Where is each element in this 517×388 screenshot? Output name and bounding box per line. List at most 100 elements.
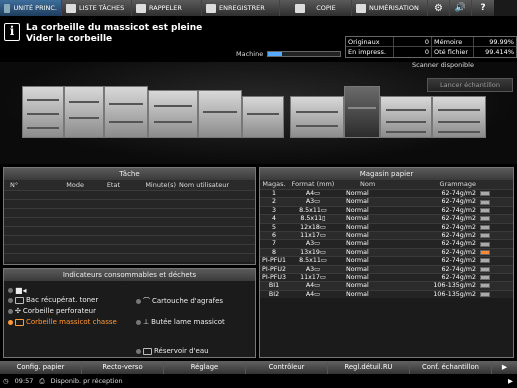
tray-weight: 62-74g/m2 <box>441 223 476 231</box>
tray-id: PI-PFU2 <box>262 265 286 273</box>
consumables-panel-title: Indicateurs consommables et déchets <box>4 269 255 281</box>
tab-scan[interactable]: NUMÉRISATION <box>352 0 428 16</box>
tray-paper-name: Normal <box>346 206 369 214</box>
tray-format: A4▭ <box>305 290 321 298</box>
col-tray: Magas. <box>262 180 286 188</box>
paper-tray-row[interactable]: 5 12x18▭ Normal 62-74g/m2 <box>260 222 513 231</box>
tray-paper-name: Normal <box>346 248 369 256</box>
paper-level-icon <box>478 257 492 264</box>
job-panel-title: Tâche <box>4 168 255 180</box>
paper-tray-panel-title: Magasin papier <box>260 168 513 180</box>
tab-save[interactable]: ENREGISTRER <box>202 0 280 16</box>
job-list[interactable] <box>4 190 255 262</box>
tray-id: 8 <box>271 248 276 256</box>
paper-setting-button[interactable]: Config. papier <box>0 361 82 374</box>
job-row[interactable] <box>4 226 255 235</box>
help-button[interactable]: ? <box>472 0 494 16</box>
tray-paper-name: Normal <box>346 282 369 290</box>
tab-recall[interactable]: RAPPELER <box>132 0 202 16</box>
tray-id: BI1 <box>268 282 280 290</box>
tab-label: UNITÉ PRINC. <box>13 4 57 12</box>
tray-paper-name: Normal <box>346 198 369 206</box>
status-dot <box>8 288 13 293</box>
tray-paper-name: Normal <box>346 257 369 265</box>
tray-format: A4▭ <box>305 190 321 197</box>
recall-icon <box>136 3 146 13</box>
paper-tray-row[interactable]: BI1 A4▭ Normal 106-135g/m2 <box>260 281 513 290</box>
tab-main-unit[interactable]: UNITÉ PRINC. <box>0 0 62 16</box>
adjustment-button[interactable]: Réglage <box>164 361 246 374</box>
tab-copy[interactable]: COPIE <box>280 0 352 16</box>
controller-button[interactable]: Contrôleur <box>246 361 328 374</box>
job-table-header: N° Mode Etat Minute(s) Nom utilisateur <box>4 180 255 190</box>
tray-id: BI2 <box>268 290 280 298</box>
sample-config-button[interactable]: Conf. échantillon <box>410 361 492 374</box>
status-dot <box>136 298 141 304</box>
tray-id: PI-PFU1 <box>262 257 286 265</box>
paper-level-bar <box>480 216 490 222</box>
paper-tray-row[interactable]: 7 A3▭ Normal 62-74g/m2 <box>260 239 513 248</box>
main-unit-scanner <box>344 86 380 138</box>
duplex-button[interactable]: Recto-verso <box>82 361 164 374</box>
tray-format: 8.5x11▯ <box>300 215 326 223</box>
counter-table: Originaux 0 Mémoire 99.99% En impress. 0… <box>345 36 517 58</box>
tray-paper-name: Normal <box>346 190 369 197</box>
job-row[interactable] <box>4 235 255 244</box>
paper-tray-row[interactable]: PI-PFU3 11x17▭ Normal 62-74g/m2 <box>260 272 513 282</box>
save-icon <box>206 3 216 13</box>
paper-tray-row[interactable]: 2 A3▭ Normal 62-74g/m2 <box>260 197 513 206</box>
paper-feed-unit <box>380 96 432 138</box>
trimmer-bin-icon <box>15 318 24 326</box>
removed-file-label: Oté fichier <box>432 47 474 57</box>
job-row[interactable] <box>4 244 255 253</box>
next-page-button[interactable]: ▶ <box>492 361 517 374</box>
job-row[interactable] <box>4 217 255 226</box>
paper-tray-row[interactable]: 1 A4▭ Normal 62-74g/m2 <box>260 189 513 198</box>
finisher-unit <box>64 86 104 138</box>
stapler-icon: ⌒ <box>143 297 150 305</box>
paper-tray-row[interactable]: PI-PFU2 A3▭ Normal 62-74g/m2 <box>260 264 513 273</box>
paper-level-icon <box>478 282 492 289</box>
tray-weight: 62-74g/m2 <box>441 257 476 265</box>
paper-tray-row[interactable]: BI2 A4▭ Normal 106-135g/m2 <box>260 289 513 299</box>
consumable-label: Corbeille perforateur <box>22 307 96 315</box>
launch-sample-button[interactable]: Lancer échantillon <box>427 78 513 92</box>
col-number: N° <box>10 181 19 189</box>
volume-button[interactable]: 🔊 <box>450 0 472 16</box>
consumable-label: Réservoir d'eau <box>154 347 209 355</box>
paper-tray-row[interactable]: 6 11x17▭ Normal 62-74g/m2 <box>260 230 513 240</box>
memory-label: Mémoire <box>432 37 474 46</box>
job-row[interactable] <box>4 190 255 199</box>
finisher-unit <box>104 86 148 138</box>
printer-icon: ⎙ <box>39 377 45 385</box>
tray-weight: 106-135g/m2 <box>433 282 476 290</box>
job-row[interactable] <box>4 199 255 208</box>
job-row[interactable] <box>4 208 255 217</box>
memory-value: 99.99% <box>489 38 514 46</box>
water-tank-icon <box>143 347 152 355</box>
tray-format: A4▭ <box>305 282 321 290</box>
tray-format: 11x17▭ <box>300 231 326 239</box>
paper-tray-row[interactable]: 4 8.5x11▯ Normal 62-74g/m2 <box>260 214 513 223</box>
finisher-unit <box>148 90 198 138</box>
bottom-button-bar: Config. papier Recto-verso Réglage Contr… <box>0 361 517 374</box>
machine-progress-fill <box>268 52 283 56</box>
ru-detail-button[interactable]: Regl.détuil.RU <box>328 361 410 374</box>
tab-job-list[interactable]: LISTE TÂCHES <box>62 0 132 16</box>
paper-level-icon <box>478 224 492 231</box>
consumable-trimmer-blade: ⊥ Butée lame massicot <box>136 318 225 326</box>
paper-tray-row[interactable]: 3 8.5x11▭ Normal 62-74g/m2 <box>260 205 513 215</box>
settings-button[interactable]: ⚙ <box>428 0 450 16</box>
paper-tray-row[interactable]: PI-PFU1 8.5x11▭ Normal 62-74g/m2 <box>260 256 513 265</box>
col-state: Etat <box>106 181 120 189</box>
consumable-label: Cartouche d'agrafes <box>152 297 224 305</box>
paper-level-bar <box>480 275 490 281</box>
paper-level-icon <box>478 215 492 222</box>
paper-tray-row[interactable]: 8 13x19▭ Normal 62-74g/m2 <box>260 247 513 257</box>
tray-weight: 62-74g/m2 <box>441 265 476 273</box>
paper-tray-panel: Magasin papier Magas. Format (mm) Nom Gr… <box>259 167 514 358</box>
consumables-panel: Indicateurs consommables et déchets ■◂ B… <box>3 268 256 358</box>
originals-label: Originaux <box>346 37 394 46</box>
list-icon <box>66 3 76 13</box>
job-row[interactable] <box>4 253 255 262</box>
